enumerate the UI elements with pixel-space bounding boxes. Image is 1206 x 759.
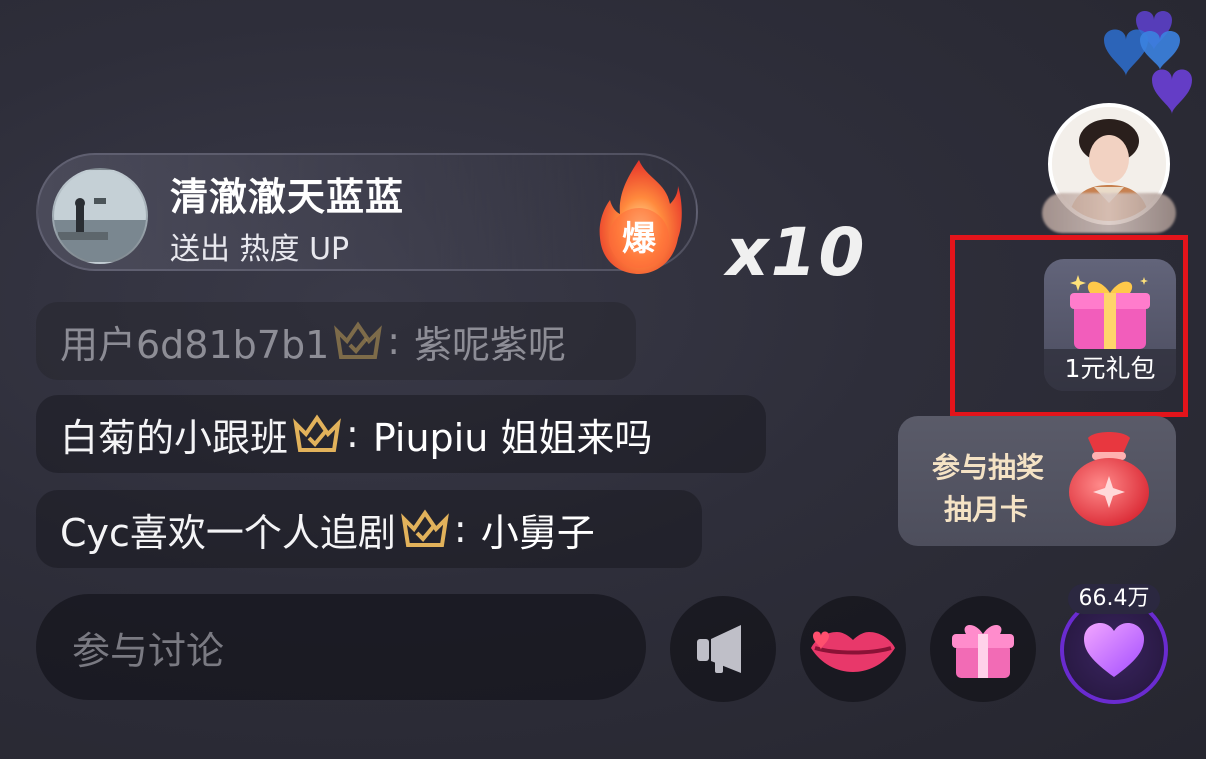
lottery-title: 参与抽奖 <box>932 451 1045 484</box>
sender-name: 清澈澈天蓝蓝 <box>170 175 405 219</box>
gift-box-icon <box>1070 275 1150 349</box>
lips-icon <box>811 631 895 672</box>
chat-message[interactable]: Cyc喜欢一个人追剧 : 小舅子 <box>36 490 702 568</box>
chat-separator: : <box>346 412 359 456</box>
sender-avatar[interactable] <box>52 168 148 264</box>
fire-burst-icon: 爆 <box>599 160 682 274</box>
crown-badge-icon <box>334 321 383 359</box>
megaphone-button[interactable] <box>670 596 776 702</box>
chat-text: 小舅子 <box>480 510 595 555</box>
chat-text: 紫呢紫呢 <box>414 322 567 367</box>
megaphone-icon <box>697 625 741 673</box>
like-count: 66.4万 <box>1068 584 1160 614</box>
combo-count: x10 <box>726 214 867 291</box>
gift-action-text: 送出 热度 UP <box>170 232 350 267</box>
floating-hearts-icon <box>1104 11 1192 114</box>
gift-icon <box>952 624 1014 678</box>
gift-pack-button[interactable]: 1元礼包 <box>1044 259 1176 391</box>
chat-message[interactable]: 白菊的小跟班 : Piupiu 姐姐来吗 <box>36 395 766 473</box>
chat-username: 白菊的小跟班 <box>60 415 289 460</box>
crown-badge-icon <box>401 509 449 547</box>
lips-button[interactable] <box>800 596 906 702</box>
discuss-placeholder: 参与讨论 <box>72 628 225 673</box>
streamer-name-blurred <box>1042 193 1176 233</box>
fire-badge-text: 爆 <box>622 219 657 259</box>
chat-message[interactable]: 用户6d81b7b1 : 紫呢紫呢 <box>36 302 636 380</box>
chat-username: Cyc喜欢一个人追剧 <box>60 510 396 555</box>
chat-text: Piupiu 姐姐来吗 <box>372 415 653 460</box>
crown-badge-icon <box>293 414 341 452</box>
gift-pack-label: 1元礼包 <box>1044 349 1176 391</box>
sender-avatar-photo-icon <box>54 170 146 262</box>
heart-icon <box>1084 623 1144 677</box>
lucky-bag-icon <box>1069 432 1149 526</box>
discuss-input[interactable]: 参与讨论 <box>36 594 646 700</box>
chat-username: 用户6d81b7b1 <box>60 322 330 367</box>
chat-separator: : <box>387 319 401 363</box>
gift-button[interactable] <box>930 596 1036 702</box>
lottery-subtitle: 抽月卡 <box>944 493 1029 526</box>
chat-separator: : <box>453 507 467 551</box>
